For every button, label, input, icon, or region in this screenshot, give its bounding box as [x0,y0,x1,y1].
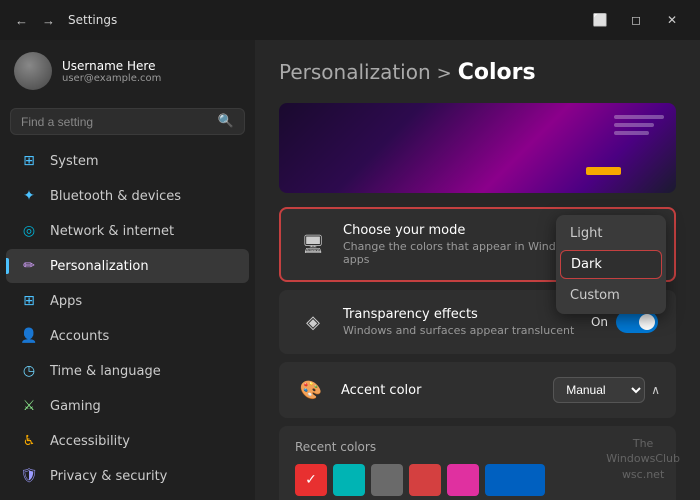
sidebar-user: Username Here user@example.com [0,40,255,102]
sidebar-item-network[interactable]: ◎ Network & internet [6,214,249,248]
transparency-title: Transparency effects [343,307,577,322]
swatch-teal[interactable] [333,464,365,496]
mode-section: 🖥 Choose your mode Change the colors tha… [279,207,676,282]
sidebar-item-label: Bluetooth & devices [50,189,181,204]
app-title: Settings [68,13,117,27]
preview-banner [279,103,676,193]
sidebar-item-label: Privacy & security [50,469,167,484]
app-body: Username Here user@example.com 🔍 ⊞ Syste… [0,40,700,500]
sidebar-item-privacy[interactable]: 🛡 Privacy & security [6,459,249,493]
accent-label: Accent color [341,383,539,398]
check-mark: ✓ [305,472,317,488]
recent-colors-label: Recent colors [295,440,660,454]
maximize-button[interactable]: ◻ [618,6,654,34]
sidebar-item-label: Network & internet [50,224,174,239]
toggle-label: On [591,315,608,329]
mode-icon: 🖥 [297,229,329,261]
preview-lines [614,115,664,135]
preview-line-3 [614,131,649,135]
system-icon: ⊞ [20,152,38,170]
user-info: Username Here user@example.com [62,59,241,84]
nav-controls: ← → [10,11,60,30]
swatch-gray[interactable] [371,464,403,496]
sidebar-item-apps[interactable]: ⊞ Apps [6,284,249,318]
search-box[interactable]: 🔍 [10,108,245,135]
transparency-icon: ◈ [297,306,329,338]
accent-chevron-icon: ∧ [651,383,660,397]
nav-list: ⊞ System ✦ Bluetooth & devices ◎ Network… [0,143,255,500]
time-icon: ◷ [20,362,38,380]
gaming-icon: ⚔ [20,397,38,415]
dropdown-item-custom[interactable]: Custom [556,281,666,310]
breadcrumb-parent: Personalization [279,60,431,84]
user-name: Username Here [62,59,241,73]
bluetooth-icon: ✦ [20,187,38,205]
privacy-icon: 🛡 [20,467,38,485]
dropdown-item-light[interactable]: Light [556,219,666,248]
sidebar-item-personalization[interactable]: ✏ Personalization [6,249,249,283]
preview-accent-bar [586,167,621,175]
dropdown-item-dark[interactable]: Dark [560,250,662,279]
transparency-control: On [591,311,658,333]
title-bar: ← → Settings ⬜ ◻ ✕ [0,0,700,40]
accent-icon: 🎨 [295,374,327,406]
avatar [14,52,52,90]
swatch-red[interactable]: ✓ [295,464,327,496]
user-email: user@example.com [62,73,241,84]
search-icon: 🔍 [218,114,234,129]
transparency-desc: Windows and surfaces appear translucent [343,324,577,337]
sidebar-item-bluetooth[interactable]: ✦ Bluetooth & devices [6,179,249,213]
accounts-icon: 👤 [20,327,38,345]
swatch-wide-blue[interactable] [485,464,545,496]
page-title: Colors [458,60,536,85]
sidebar-item-gaming[interactable]: ⚔ Gaming [6,389,249,423]
personalization-icon: ✏ [20,257,38,275]
accessibility-icon: ♿ [20,432,38,450]
close-button[interactable]: ✕ [654,6,690,34]
recent-swatches: ✓ [295,464,660,496]
preview-line-1 [614,115,664,119]
sidebar-item-label: System [50,154,98,169]
sidebar-item-label: Apps [50,294,82,309]
preview-line-2 [614,123,654,127]
accent-select[interactable]: Manual Automatic [553,377,645,403]
mode-dropdown[interactable]: Light Dark Custom [556,215,666,314]
colors-section: Recent colors ✓ Windows colors [279,426,676,500]
breadcrumb-separator: > [437,63,452,84]
toggle-knob [639,314,655,330]
sidebar-item-time[interactable]: ◷ Time & language [6,354,249,388]
apps-icon: ⊞ [20,292,38,310]
back-button[interactable]: ← [10,11,33,30]
accent-control: Manual Automatic ∧ [553,377,660,403]
window-controls: ⬜ ◻ ✕ [582,6,690,34]
sidebar-item-label: Personalization [50,259,149,274]
network-icon: ◎ [20,222,38,240]
transparency-toggle[interactable] [616,311,658,333]
swatch-darkred[interactable] [409,464,441,496]
forward-button[interactable]: → [37,11,60,30]
sidebar-item-label: Accessibility [50,434,130,449]
sidebar: Username Here user@example.com 🔍 ⊞ Syste… [0,40,255,500]
sidebar-item-system[interactable]: ⊞ System [6,144,249,178]
main-content: Personalization > Colors 🖥 Choose your m… [255,40,700,500]
sidebar-item-label: Accounts [50,329,109,344]
page-header: Personalization > Colors [279,60,676,85]
swatch-pink[interactable] [447,464,479,496]
sidebar-item-label: Gaming [50,399,101,414]
search-input[interactable] [21,115,210,129]
sidebar-item-accounts[interactable]: 👤 Accounts [6,319,249,353]
transparency-text: Transparency effects Windows and surface… [343,307,577,337]
sidebar-item-accessibility[interactable]: ♿ Accessibility [6,424,249,458]
sidebar-item-label: Time & language [50,364,161,379]
accent-row[interactable]: 🎨 Accent color Manual Automatic ∧ [279,362,676,418]
minimize-button[interactable]: ⬜ [582,6,618,34]
sidebar-item-update[interactable]: ↻ Windows Update [6,494,249,500]
